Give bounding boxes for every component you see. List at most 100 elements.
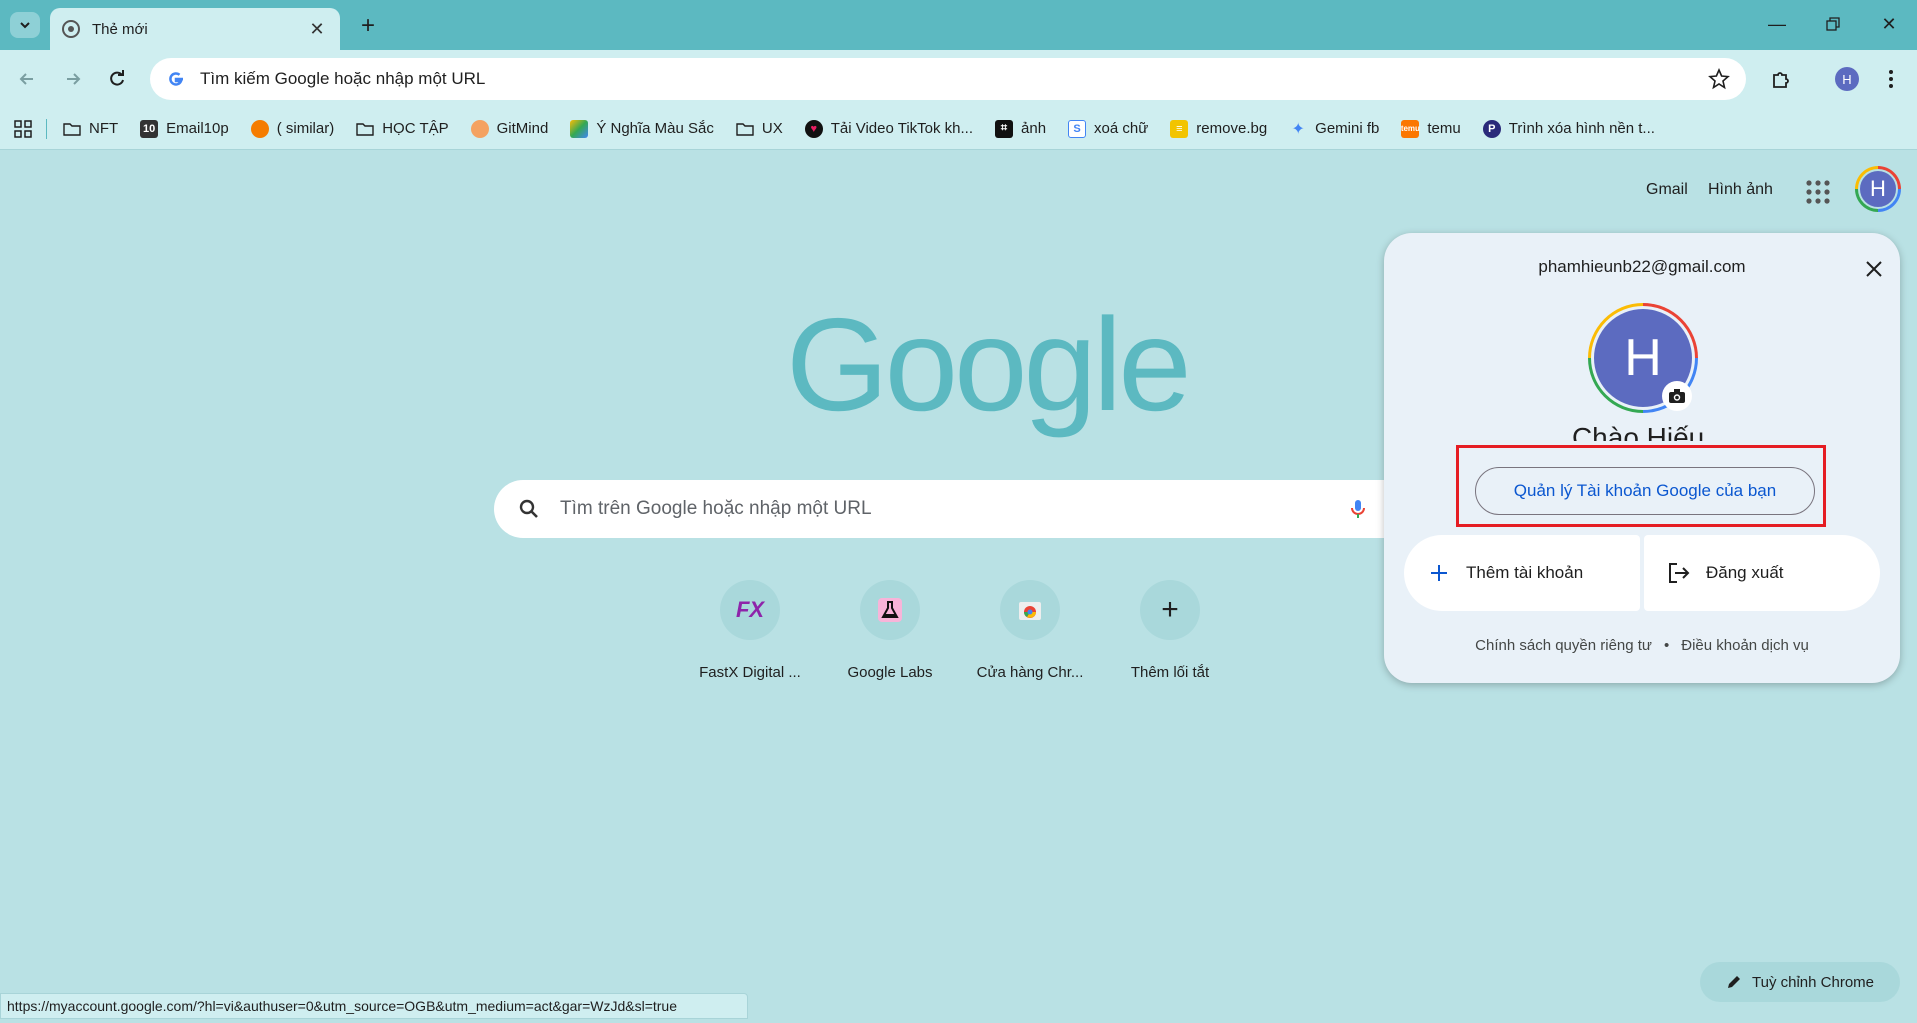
bookmark-item[interactable]: NFT (63, 120, 118, 138)
chrome-store-icon (1000, 580, 1060, 640)
sign-out-label: Đăng xuất (1706, 563, 1784, 582)
images-link[interactable]: Hình ảnh (1708, 181, 1773, 199)
bookmark-item[interactable]: P Trình xóa hình nền t... (1482, 119, 1655, 138)
shortcut-label: FastX Digital ... (699, 664, 801, 681)
add-shortcut-tile[interactable]: + Thêm lối tắt (1100, 580, 1240, 681)
chevron-down-icon (20, 22, 30, 29)
bookmark-label: remove.bg (1196, 120, 1268, 137)
chrome-icon (62, 20, 80, 38)
plus-icon: + (1140, 580, 1200, 640)
shortcut-label: Google Labs (847, 664, 933, 681)
google-account-avatar[interactable]: H (1855, 166, 1901, 212)
bookmark-label: Email10p (166, 120, 229, 137)
back-button[interactable] (10, 62, 44, 96)
minimize-button[interactable]: — (1752, 6, 1802, 42)
reload-button[interactable] (100, 62, 134, 96)
bookmark-item[interactable]: ♥ Tải Video TikTok kh... (804, 119, 974, 138)
shortcut-label: Thêm lối tắt (1130, 664, 1210, 681)
highlight-box: Quản lý Tài khoản Google của bạn (1456, 445, 1826, 527)
bookmark-item[interactable]: UX (736, 120, 783, 138)
avatar-initial: H (1858, 169, 1898, 209)
bookmark-item[interactable]: S xoá chữ (1068, 119, 1148, 138)
restore-button[interactable] (1808, 6, 1858, 42)
bookmark-item[interactable]: GitMind (470, 119, 549, 138)
search-box[interactable]: Tìm trên Google hoặc nhập một URL (494, 480, 1414, 538)
bookmark-label: Tải Video TikTok kh... (830, 120, 974, 137)
more-vertical-icon (1889, 70, 1893, 88)
bookmark-item[interactable]: Ý Nghĩa Màu Sắc (570, 119, 714, 138)
arrow-left-icon (19, 73, 33, 85)
apps-shortcut[interactable] (14, 119, 32, 138)
bookmark-item[interactable]: ≡ remove.bg (1170, 119, 1268, 138)
add-account-button[interactable]: Thêm tài khoản (1404, 535, 1640, 611)
google-logo: Google (786, 291, 1192, 438)
shortcut-tile[interactable]: FX FastX Digital ... (680, 580, 820, 681)
arrow-right-icon (67, 73, 81, 85)
address-bar[interactable]: Tìm kiếm Google hoặc nhập một URL (150, 58, 1746, 100)
gitmind-icon (470, 119, 489, 138)
google-apps-icon[interactable] (1804, 178, 1832, 206)
add-account-label: Thêm tài khoản (1466, 563, 1584, 582)
account-actions: Thêm tài khoản Đăng xuất (1404, 535, 1880, 611)
temu-icon: temu (1401, 119, 1420, 138)
bg-remover-icon: P (1482, 119, 1501, 138)
terms-link[interactable]: Điều khoản dịch vụ (1681, 637, 1809, 654)
labs-flask-icon (860, 580, 920, 640)
pencil-icon (1728, 976, 1740, 988)
google-g-icon (169, 72, 183, 86)
shortcut-tile[interactable]: Google Labs (820, 580, 960, 681)
folder-icon (736, 122, 754, 136)
image-icon: ⌗ (995, 119, 1014, 138)
bookmark-item[interactable]: 10 Email10p (140, 119, 229, 138)
reload-icon (110, 70, 124, 86)
email10p-icon: 10 (140, 119, 159, 138)
bookmark-item[interactable]: ⌗ ảnh (995, 119, 1046, 138)
menu-button[interactable] (1876, 64, 1906, 94)
bookmark-label: NFT (89, 120, 119, 137)
bookmark-item[interactable]: HỌC TẬP (356, 120, 449, 138)
tab-close-icon[interactable]: ✕ (306, 18, 328, 40)
profile-button[interactable]: H (1832, 64, 1862, 94)
close-popup-button[interactable] (1858, 253, 1890, 285)
tab-search-button[interactable] (10, 12, 40, 38)
account-popup: phamhieunb22@gmail.com H Chào Hiếu, Quản… (1384, 233, 1900, 683)
extensions-button[interactable] (1766, 64, 1796, 94)
new-tab-button[interactable]: + (354, 12, 382, 40)
search-placeholder: Tìm trên Google hoặc nhập một URL (560, 498, 872, 519)
gmail-link[interactable]: Gmail (1646, 181, 1688, 199)
bookmark-label: GitMind (496, 120, 549, 137)
change-photo-button[interactable] (1662, 381, 1692, 411)
bookmark-label: Gemini fb (1315, 120, 1380, 137)
bookmark-item[interactable]: ✦ Gemini fb (1289, 120, 1379, 138)
bookmark-star-icon[interactable] (1708, 68, 1730, 90)
tiktok-icon: ♥ (804, 119, 823, 138)
sign-out-button[interactable]: Đăng xuất (1644, 535, 1880, 611)
bookmarks-bar: NFT 10 Email10p ( similar) HỌC TẬP GitMi… (0, 108, 1917, 150)
close-window-button[interactable]: ✕ (1864, 6, 1914, 42)
forward-button[interactable] (56, 62, 90, 96)
puzzle-icon (1773, 72, 1789, 88)
logout-icon (1666, 560, 1692, 586)
restore-icon (1826, 17, 1840, 31)
bookmark-label: temu (1427, 120, 1461, 137)
folder-icon (356, 122, 374, 136)
legal-links: Chính sách quyền riêng tư • Điều khoản dịc… (1384, 637, 1900, 654)
bookmark-item[interactable]: temu temu (1401, 119, 1461, 138)
tab-new-tab[interactable]: Thẻ mới ✕ (50, 8, 340, 50)
similar-icon (250, 119, 269, 138)
status-bar-url: https://myaccount.google.com/?hl=vi&auth… (0, 993, 748, 1019)
shortcut-label: Cửa hàng Chr... (976, 664, 1084, 681)
customize-chrome-button[interactable]: Tuỳ chỉnh Chrome (1700, 962, 1900, 1002)
folder-icon (63, 122, 81, 136)
microphone-icon[interactable] (1346, 497, 1370, 521)
close-icon (1866, 261, 1882, 277)
manage-account-button[interactable]: Quản lý Tài khoản Google của bạn (1475, 467, 1815, 515)
removebg-icon: ≡ (1170, 119, 1189, 138)
camera-icon (1669, 389, 1685, 403)
tab-title: Thẻ mới (92, 20, 148, 38)
bookmark-label: UX (761, 120, 783, 137)
shortcut-tile[interactable]: Cửa hàng Chr... (960, 580, 1100, 681)
bookmark-item[interactable]: ( similar) (250, 119, 334, 138)
privacy-link[interactable]: Chính sách quyền riêng tư (1475, 637, 1652, 654)
eraser-icon: S (1068, 119, 1087, 138)
